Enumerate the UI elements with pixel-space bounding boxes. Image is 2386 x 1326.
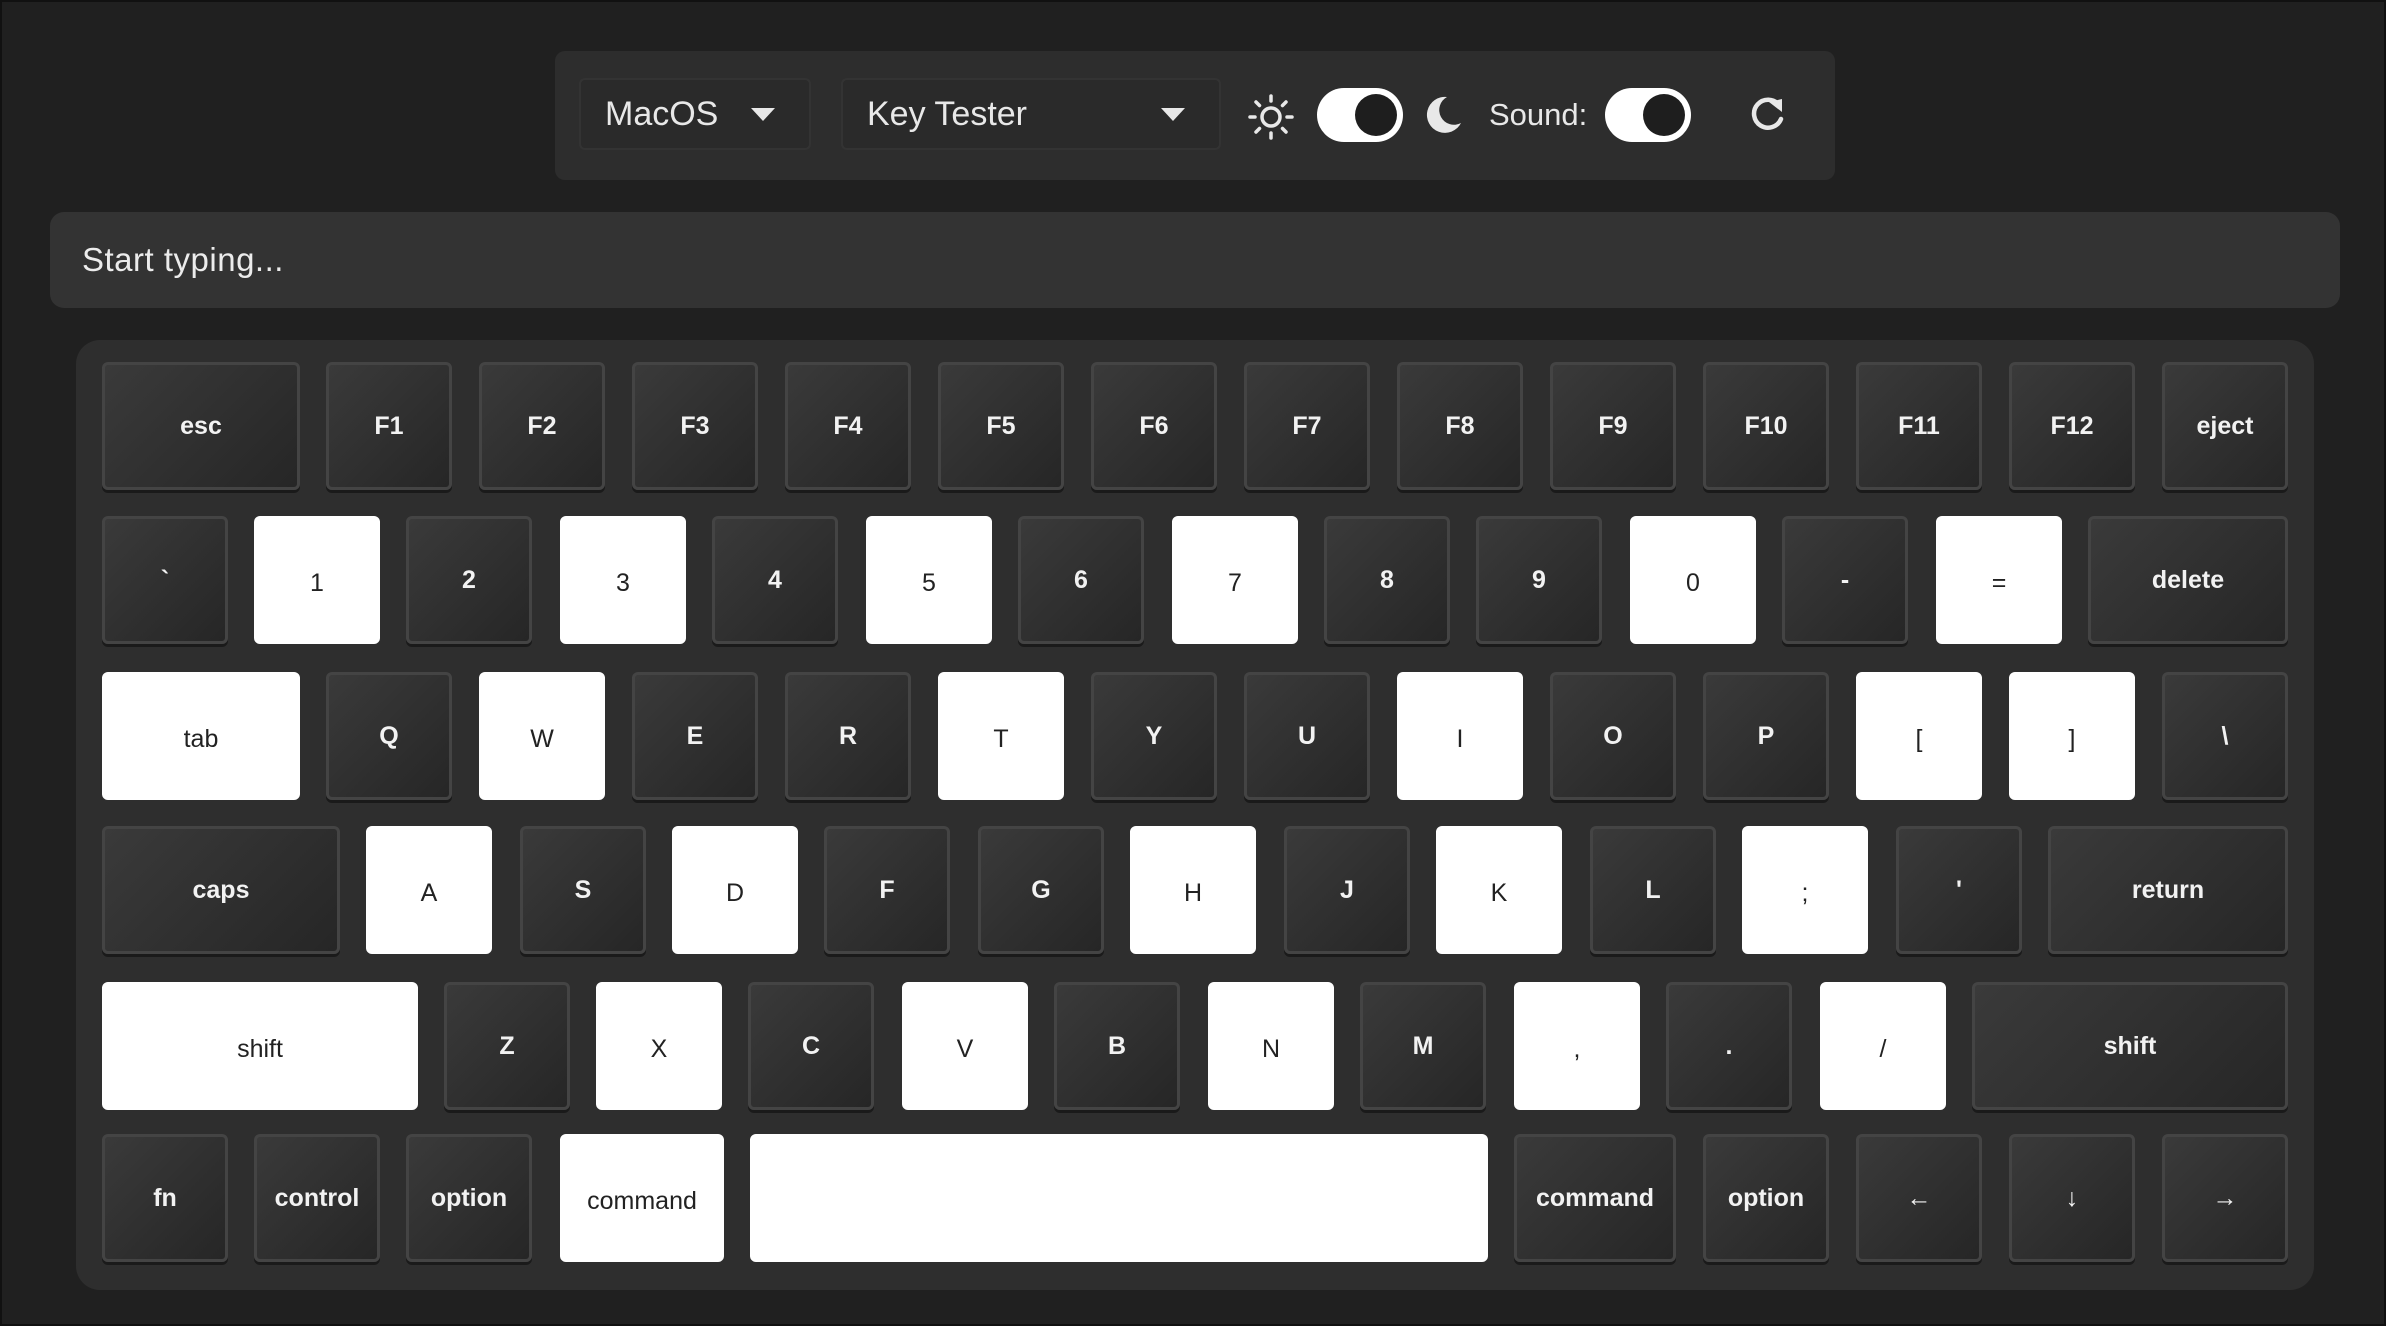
key-sym-3-11[interactable]: ' bbox=[1896, 826, 2022, 954]
key-sym-4-8[interactable]: , bbox=[1514, 982, 1640, 1110]
key-sym-1-12[interactable]: = bbox=[1936, 516, 2062, 644]
key-f6[interactable]: F6 bbox=[1091, 362, 1217, 490]
key-tab[interactable]: tab bbox=[102, 672, 300, 800]
key-s[interactable]: S bbox=[520, 826, 646, 954]
key-command[interactable]: command bbox=[1514, 1134, 1676, 1262]
key-sym-2-12[interactable]: ] bbox=[2009, 672, 2135, 800]
key-m[interactable]: M bbox=[1360, 982, 1486, 1110]
key-f[interactable]: F bbox=[824, 826, 950, 954]
key-f9[interactable]: F9 bbox=[1550, 362, 1676, 490]
key-f7[interactable]: F7 bbox=[1244, 362, 1370, 490]
key-sym-2-11[interactable]: [ bbox=[1856, 672, 1982, 800]
key-h[interactable]: H bbox=[1130, 826, 1256, 954]
mode-select-value: Key Tester bbox=[867, 94, 1028, 133]
key-a[interactable]: A bbox=[366, 826, 492, 954]
key-return[interactable]: return bbox=[2048, 826, 2288, 954]
toggle-knob bbox=[1643, 94, 1685, 136]
key-v[interactable]: V bbox=[902, 982, 1028, 1110]
key-sym-1-11[interactable]: - bbox=[1782, 516, 1908, 644]
key-sym-1-0[interactable]: ` bbox=[102, 516, 228, 644]
key-x[interactable]: X bbox=[596, 982, 722, 1110]
key-f10[interactable]: F10 bbox=[1703, 362, 1829, 490]
toolbar: MacOS Key Tester Sound: bbox=[555, 51, 1835, 180]
key-sym-5-8[interactable]: ↓ bbox=[2009, 1134, 2135, 1262]
key-command[interactable]: command bbox=[560, 1134, 724, 1262]
key-f5[interactable]: F5 bbox=[938, 362, 1064, 490]
moon-icon bbox=[1426, 96, 1461, 133]
key-p[interactable]: P bbox=[1703, 672, 1829, 800]
key-n[interactable]: N bbox=[1208, 982, 1334, 1110]
key-k[interactable]: K bbox=[1436, 826, 1562, 954]
key-shift[interactable]: shift bbox=[1972, 982, 2288, 1110]
key-option[interactable]: option bbox=[1703, 1134, 1829, 1262]
chevron-down-icon bbox=[1161, 108, 1185, 121]
key-u[interactable]: U bbox=[1244, 672, 1370, 800]
key-eject[interactable]: eject bbox=[2162, 362, 2288, 490]
key-4[interactable]: 4 bbox=[712, 516, 838, 644]
key-f2[interactable]: F2 bbox=[479, 362, 605, 490]
key-5[interactable]: 5 bbox=[866, 516, 992, 644]
key-j[interactable]: J bbox=[1284, 826, 1410, 954]
key-f11[interactable]: F11 bbox=[1856, 362, 1982, 490]
key-f8[interactable]: F8 bbox=[1397, 362, 1523, 490]
key-e[interactable]: E bbox=[632, 672, 758, 800]
os-select[interactable]: MacOS bbox=[579, 78, 811, 150]
key-f1[interactable]: F1 bbox=[326, 362, 452, 490]
key-9[interactable]: 9 bbox=[1476, 516, 1602, 644]
toggle-knob bbox=[1355, 94, 1397, 136]
key-y[interactable]: Y bbox=[1091, 672, 1217, 800]
key-d[interactable]: D bbox=[672, 826, 798, 954]
key-shift[interactable]: shift bbox=[102, 982, 418, 1110]
key-t[interactable]: T bbox=[938, 672, 1064, 800]
key-control[interactable]: control bbox=[254, 1134, 380, 1262]
key-g[interactable]: G bbox=[978, 826, 1104, 954]
key-fn[interactable]: fn bbox=[102, 1134, 228, 1262]
key-3[interactable]: 3 bbox=[560, 516, 686, 644]
keyboard: esc F1 F2 F3 F4 F5 F6 F7 F8 F9 F10 F11 F12 eject ` 1 2 3 4… bbox=[76, 340, 2314, 1290]
chevron-down-icon bbox=[751, 108, 775, 121]
key-sym-5-7[interactable]: ← bbox=[1856, 1134, 1982, 1262]
key-i[interactable]: I bbox=[1397, 672, 1523, 800]
key-f12[interactable]: F12 bbox=[2009, 362, 2135, 490]
refresh-icon[interactable] bbox=[1745, 93, 1789, 137]
key-6[interactable]: 6 bbox=[1018, 516, 1144, 644]
key-sym-5-9[interactable]: → bbox=[2162, 1134, 2288, 1262]
sound-label: Sound: bbox=[1489, 97, 1588, 132]
key-c[interactable]: C bbox=[748, 982, 874, 1110]
sound-toggle[interactable] bbox=[1605, 88, 1691, 142]
key-f3[interactable]: F3 bbox=[632, 362, 758, 490]
key-sym-2-13[interactable]: \ bbox=[2162, 672, 2288, 800]
sun-icon bbox=[1248, 94, 1294, 140]
key-8[interactable]: 8 bbox=[1324, 516, 1450, 644]
key-option[interactable]: option bbox=[406, 1134, 532, 1262]
key-w[interactable]: W bbox=[479, 672, 605, 800]
key-sym-4-9[interactable]: . bbox=[1666, 982, 1792, 1110]
key-f4[interactable]: F4 bbox=[785, 362, 911, 490]
key-caps[interactable]: caps bbox=[102, 826, 340, 954]
theme-toggle[interactable] bbox=[1317, 88, 1403, 142]
key-r[interactable]: R bbox=[785, 672, 911, 800]
key-sym-3-10[interactable]: ; bbox=[1742, 826, 1868, 954]
key-space[interactable] bbox=[750, 1134, 1488, 1262]
typing-input[interactable]: Start typing... bbox=[50, 212, 2340, 308]
key-delete[interactable]: delete bbox=[2088, 516, 2288, 644]
key-1[interactable]: 1 bbox=[254, 516, 380, 644]
key-0[interactable]: 0 bbox=[1630, 516, 1756, 644]
key-z[interactable]: Z bbox=[444, 982, 570, 1110]
key-esc[interactable]: esc bbox=[102, 362, 300, 490]
typing-placeholder: Start typing... bbox=[82, 241, 284, 278]
key-2[interactable]: 2 bbox=[406, 516, 532, 644]
mode-select[interactable]: Key Tester bbox=[841, 78, 1221, 150]
key-q[interactable]: Q bbox=[326, 672, 452, 800]
key-l[interactable]: L bbox=[1590, 826, 1716, 954]
key-o[interactable]: O bbox=[1550, 672, 1676, 800]
key-7[interactable]: 7 bbox=[1172, 516, 1298, 644]
key-b[interactable]: B bbox=[1054, 982, 1180, 1110]
key-sym-4-10[interactable]: / bbox=[1820, 982, 1946, 1110]
os-select-value: MacOS bbox=[605, 94, 719, 133]
